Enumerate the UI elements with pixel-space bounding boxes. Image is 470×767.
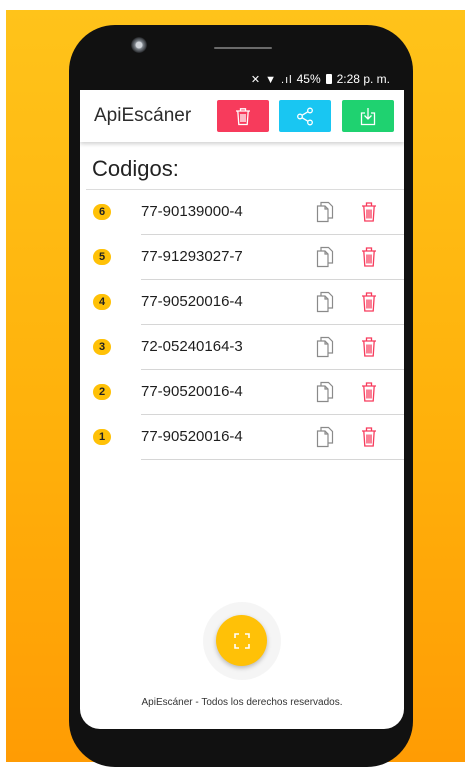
footer-text: ApiEscáner - Todos los derechos reservad…	[141, 697, 343, 708]
copy-icon[interactable]	[316, 336, 334, 358]
trash-icon[interactable]	[361, 336, 377, 358]
battery-percent: 45%	[296, 72, 321, 86]
status-bar: ✕ ▼ .ıl 45% 2:28 p. m.	[80, 68, 404, 90]
trash-icon[interactable]	[361, 381, 377, 403]
battery-icon	[325, 74, 332, 84]
item-code: 72-05240164-3	[141, 338, 243, 355]
earpiece-speaker	[214, 47, 272, 49]
list-item: 1 77-90520016-4	[80, 415, 404, 460]
app-bar: ApiEscáner	[80, 90, 404, 142]
copy-icon[interactable]	[316, 246, 334, 268]
item-index-badge: 4	[93, 294, 111, 310]
list-item: 6 77-90139000-4	[80, 190, 404, 235]
front-camera	[131, 37, 147, 53]
status-time: 2:28 p. m.	[336, 72, 390, 86]
list-item: 4 77-90520016-4	[80, 280, 404, 325]
trash-icon[interactable]	[361, 246, 377, 268]
copy-icon[interactable]	[316, 201, 334, 223]
share-button[interactable]	[279, 100, 331, 132]
download-button[interactable]	[342, 100, 394, 132]
trash-icon	[236, 107, 250, 125]
copy-icon[interactable]	[316, 426, 334, 448]
delete-all-button[interactable]	[217, 100, 269, 132]
item-code: 77-90520016-4	[141, 383, 243, 400]
trash-icon[interactable]	[361, 426, 377, 448]
item-index-badge: 6	[93, 204, 111, 220]
item-index-badge: 5	[93, 249, 111, 265]
trash-icon[interactable]	[361, 201, 377, 223]
download-icon	[360, 107, 376, 125]
signal-icons: ✕ ▼ .ıl	[250, 73, 293, 86]
list-item: 3 72-05240164-3	[80, 325, 404, 370]
scan-button[interactable]	[216, 615, 267, 666]
app-title: ApiEscáner	[94, 105, 192, 126]
list-item: 2 77-90520016-4	[80, 370, 404, 415]
app-screen: ApiEscáner Codigos: 6 77-90139000-4 5 77…	[80, 90, 404, 729]
list-heading: Codigos:	[92, 156, 179, 181]
list-item: 5 77-91293027-7	[80, 235, 404, 280]
item-index-badge: 1	[93, 429, 111, 445]
copy-icon[interactable]	[316, 291, 334, 313]
scan-icon	[233, 632, 250, 649]
copy-icon[interactable]	[316, 381, 334, 403]
item-code: 77-90520016-4	[141, 428, 243, 445]
trash-icon[interactable]	[361, 291, 377, 313]
row-divider	[141, 459, 404, 460]
item-code: 77-90139000-4	[141, 203, 243, 220]
item-index-badge: 2	[93, 384, 111, 400]
item-code: 77-90520016-4	[141, 293, 243, 310]
share-icon	[297, 107, 313, 125]
item-index-badge: 3	[93, 339, 111, 355]
item-code: 77-91293027-7	[141, 248, 243, 265]
